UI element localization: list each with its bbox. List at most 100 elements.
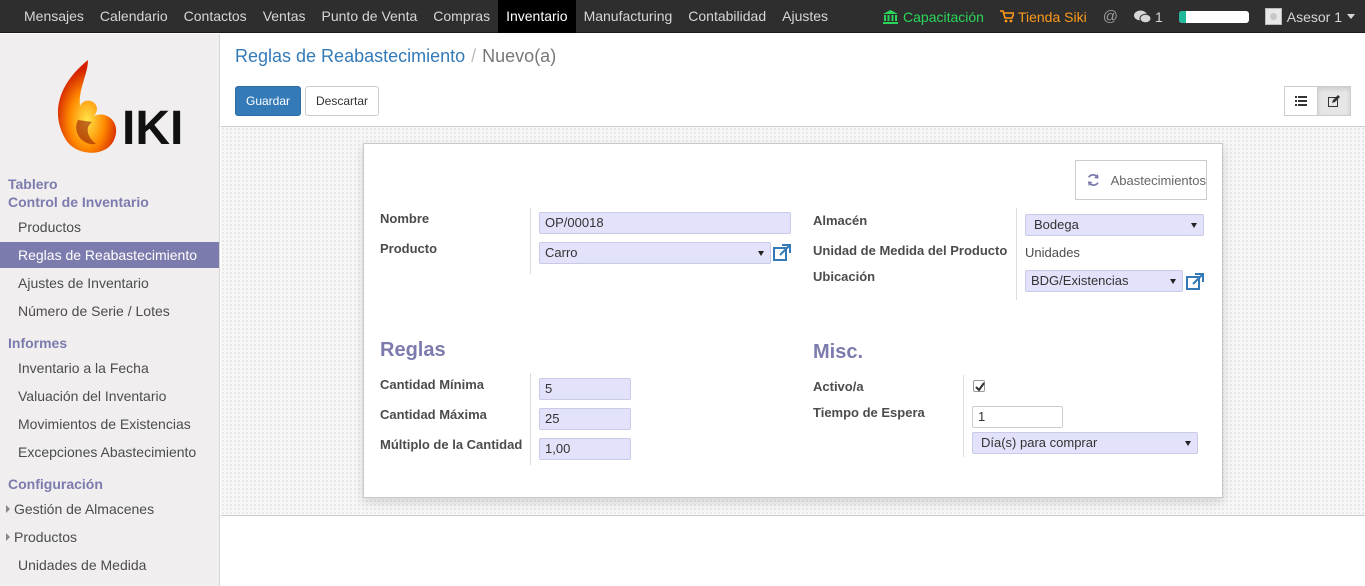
sidebar-item-label: Productos (14, 529, 78, 545)
almacen-value: Bodega (1034, 217, 1079, 232)
menu-compras[interactable]: Compras (425, 0, 498, 33)
at-icon[interactable]: @ (1103, 8, 1118, 25)
menu-manufacturing[interactable]: Manufacturing (576, 0, 681, 33)
field-divider (1016, 208, 1017, 300)
sidebar-item-valuacion[interactable]: Valuación del Inventario (0, 383, 219, 409)
sidebar-item-label: Gestión de Almacenes (14, 501, 155, 517)
main-content: Reglas de Reabastecimiento / Nuevo(a) Guar… (221, 34, 1365, 586)
sidebar-item-excepciones[interactable]: Excepciones Abastecimiento (0, 439, 219, 465)
dropdown-arrow-icon (758, 251, 764, 256)
sidebar-item-numero-serie[interactable]: Número de Serie / Lotes (0, 298, 219, 324)
breadcrumb-current: Nuevo(a) (482, 46, 557, 66)
field-divider (530, 373, 531, 465)
messages-count: 1 (1154, 8, 1163, 25)
cantidad-maxima-input[interactable]: 25 (539, 408, 631, 430)
sidebar-item-config-productos[interactable]: Productos (0, 524, 219, 550)
menu-contabilidad[interactable]: Contabilidad (680, 0, 774, 33)
sidebar-item-gestion-almacenes[interactable]: Gestión de Almacenes (0, 496, 219, 522)
capacitacion-label: Capacitación (903, 8, 984, 25)
messages-button[interactable]: 1 (1133, 8, 1163, 25)
producto-select[interactable]: Carro (539, 242, 771, 264)
list-view-button[interactable] (1284, 86, 1318, 116)
control-panel: Reglas de Reabastecimiento / Nuevo(a) Guar… (221, 34, 1365, 127)
abastecimientos-button[interactable]: Abastecimientos (1075, 160, 1207, 200)
almacen-label: Almacén (813, 213, 868, 228)
menu-calendario[interactable]: Calendario (92, 0, 176, 33)
activo-label: Activo/a (813, 379, 864, 394)
breadcrumb-parent[interactable]: Reglas de Reabastecimiento (235, 46, 465, 66)
menu-ajustes[interactable]: Ajustes (774, 0, 836, 33)
cantidad-minima-input[interactable]: 5 (539, 378, 631, 400)
logo-text: IKI (122, 102, 183, 155)
menu-ventas[interactable]: Ventas (255, 0, 314, 33)
misc-title: Misc. (813, 341, 864, 363)
menu-informes: Informes (8, 335, 68, 351)
sidebar-item-productos[interactable]: Productos (0, 214, 219, 240)
field-divider (530, 208, 531, 274)
sidebar-item-reglas[interactable]: Reglas de Reabastecimiento (0, 242, 219, 268)
tiempo-espera-label: Tiempo de Espera (813, 405, 925, 420)
save-button[interactable]: Guardar (235, 86, 301, 116)
sidebar-item-ajustes-inventario[interactable]: Ajustes de Inventario (0, 270, 219, 296)
siki-logo: IKI (57, 60, 183, 155)
almacen-select[interactable]: Bodega (1025, 214, 1204, 236)
discard-button[interactable]: Descartar (305, 86, 379, 116)
list-icon (1295, 96, 1307, 106)
multiplo-cantidad-input[interactable]: 1,00 (539, 438, 631, 460)
uom-value: Unidades (1025, 245, 1080, 260)
nombre-input[interactable]: OP/00018 (539, 212, 791, 234)
cantidad-minima-label: Cantidad Mínima (380, 377, 485, 392)
menu-punto-de-venta[interactable]: Punto de Venta (314, 0, 426, 33)
menu-mensajes[interactable]: Mensajes (16, 0, 92, 33)
app-menu: Mensajes Calendario Contactos Ventas Pun… (16, 0, 836, 33)
sidebar-item-inventario-fecha[interactable]: Inventario a la Fecha (0, 355, 219, 381)
menu-control-inventario[interactable]: Control de Inventario (8, 194, 149, 210)
progress-bar (1178, 10, 1249, 23)
user-menu[interactable]: Asesor 1 (1264, 8, 1355, 25)
view-switcher (1284, 86, 1351, 116)
producto-value: Carro (545, 245, 578, 260)
tiempo-espera-input[interactable]: 1 (972, 406, 1063, 428)
reglas-title: Reglas (380, 339, 446, 361)
ubicacion-label: Ubicación (813, 269, 876, 284)
external-link-icon[interactable] (1185, 272, 1205, 292)
form-background: Abastecimientos Nombre Producto OP/00018… (221, 127, 1365, 516)
tienda-label: Tienda Siki (1017, 8, 1087, 25)
progress-indicator (1178, 10, 1249, 23)
bank-icon (883, 9, 899, 24)
tienda-link[interactable]: Tienda Siki (999, 8, 1087, 25)
field-divider (963, 375, 964, 457)
capacitacion-link[interactable]: Capacitación (883, 9, 984, 25)
nombre-label: Nombre (380, 211, 430, 226)
chat-bubbles-icon (1133, 10, 1151, 23)
sidebar-item-movimientos[interactable]: Movimientos de Existencias (0, 411, 219, 437)
form-sheet: Abastecimientos Nombre Producto OP/00018… (363, 143, 1223, 498)
tiempo-unidad-value: Día(s) para comprar (981, 435, 1098, 450)
top-navbar: Mensajes Calendario Contactos Ventas Pun… (0, 0, 1365, 33)
dropdown-arrow-icon (1170, 279, 1176, 284)
avatar (1264, 8, 1282, 25)
sidebar: IKI Tablero Control de Inventario Produc… (0, 34, 220, 586)
activo-checkbox[interactable] (973, 380, 985, 392)
abastecimientos-label: Abastecimientos (1110, 172, 1206, 188)
tiempo-unidad-select[interactable]: Día(s) para comprar (972, 432, 1198, 454)
dropdown-arrow-icon (1185, 441, 1191, 446)
breadcrumb: Reglas de Reabastecimiento / Nuevo(a) (235, 46, 556, 67)
menu-tablero[interactable]: Tablero (8, 176, 58, 192)
ubicacion-value: BDG/Existencias (1031, 273, 1129, 288)
multiplo-cantidad-label: Múltiplo de la Cantidad (380, 437, 523, 452)
ubicacion-select[interactable]: BDG/Existencias (1025, 270, 1183, 292)
form-view-button[interactable] (1317, 86, 1351, 116)
external-link-icon[interactable] (772, 243, 792, 263)
menu-inventario[interactable]: Inventario (498, 0, 576, 33)
caret-down-icon (1347, 14, 1355, 19)
sidebar-item-unidades-medida[interactable]: Unidades de Medida (0, 552, 219, 578)
menu-contactos[interactable]: Contactos (176, 0, 255, 33)
refresh-icon (1087, 174, 1099, 186)
cantidad-maxima-label: Cantidad Máxima (380, 407, 487, 422)
progress-fill (1178, 10, 1186, 23)
cart-icon (999, 10, 1014, 23)
producto-label: Producto (380, 241, 438, 256)
user-name: Asesor 1 (1286, 8, 1342, 25)
checkmark-icon (975, 382, 985, 392)
